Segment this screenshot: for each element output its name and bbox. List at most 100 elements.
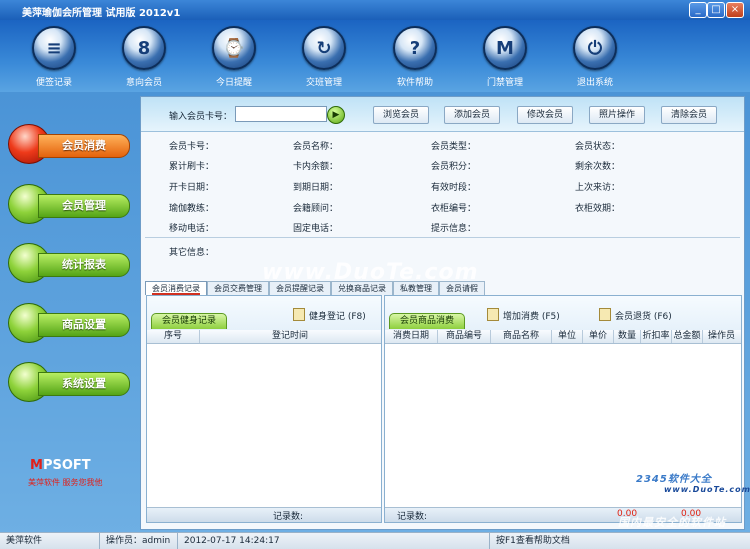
info-label: 开卡日期： (169, 183, 215, 193)
logo-mark: M (30, 458, 43, 473)
toolbar-shift-button[interactable]: ↻ 交班管理 (284, 26, 364, 88)
info-label: 会员卡号： (169, 142, 215, 152)
status-bar: 美萍软件 操作员：admin 2012-07-17 14:24:17 按F1查看… (0, 532, 750, 549)
toolbar-prospects-button[interactable]: 8 意向会员 (104, 26, 184, 88)
clock-icon: ⌚ (212, 26, 256, 70)
info-label: 会员名称： (293, 142, 339, 152)
info-label: 固定电话： (293, 224, 339, 234)
column-header[interactable]: 商品编号 (438, 330, 491, 343)
info-label: 会籍顾问： (293, 204, 339, 214)
column-header[interactable]: 总金额 (672, 330, 703, 343)
fitness-checkin-button[interactable]: 健身登记 (F8) (293, 308, 366, 322)
info-label: 会员积分： (431, 162, 477, 172)
tab-consumption-records[interactable]: 会员消费记录 (145, 281, 207, 295)
info-label: 有效时段： (431, 183, 477, 193)
mpsoft-logo: MPSOFT (30, 458, 91, 473)
toolbar-notes-button[interactable]: ≡ 便签记录 (14, 26, 94, 88)
refresh-icon: ↻ (302, 26, 346, 70)
edit-icon (293, 308, 305, 321)
toolbar-label: 今日提醒 (215, 78, 252, 88)
toolbar-exit-button[interactable]: ⏻ 退出系统 (555, 26, 635, 88)
minimize-button[interactable]: _ (689, 2, 707, 18)
card-number-input[interactable] (235, 106, 327, 122)
column-header[interactable]: 消费日期 (385, 330, 438, 343)
note-icon: ≡ (32, 26, 76, 70)
other-info-label: 其它信息： (169, 248, 215, 258)
add-member-button[interactable]: 添加会员 (444, 106, 500, 124)
panel-header: 会员健身记录 健身登记 (F8) (147, 296, 381, 331)
toolbar-label: 便签记录 (35, 78, 72, 88)
add-consumption-label: 增加消费 (F5) (503, 312, 560, 322)
fitness-records-panel: 会员健身记录 健身登记 (F8) 序号 登记时间 记录数: (146, 295, 382, 523)
add-consumption-button[interactable]: 增加消费 (F5) (487, 308, 560, 322)
info-label: 卡内余额： (293, 162, 339, 172)
toolbar-label: 交班管理 (305, 78, 342, 88)
tab-label: 会员消费记录 (152, 284, 200, 295)
help-icon: ? (393, 26, 437, 70)
column-header[interactable]: 单价 (583, 330, 614, 343)
toolbar-label: 软件帮助 (396, 78, 433, 88)
nav-member-consumption[interactable]: 会员消费 (8, 124, 130, 164)
main-panel: 输入会员卡号： ▶ 浏览会员 添加会员 修改会员 照片操作 清除会员 会员卡号：… (140, 96, 745, 530)
browse-members-button[interactable]: 浏览会员 (373, 106, 429, 124)
edit-member-button[interactable]: 修改会员 (517, 106, 573, 124)
info-label: 上次来访： (575, 183, 621, 193)
column-header[interactable]: 序号 (147, 330, 200, 343)
watermark: 2345软件大全 (636, 474, 712, 485)
member-return-button[interactable]: 会员退货 (F6) (599, 308, 672, 322)
info-label: 衣柜编号： (431, 204, 477, 214)
nav-system-settings[interactable]: 系统设置 (8, 362, 130, 402)
gate-icon: M (483, 26, 527, 70)
brand-slogan: 美萍软件 服务您我他 (28, 478, 103, 487)
toolbar-gate-button[interactable]: M 门禁管理 (465, 26, 545, 88)
toolbar-help-button[interactable]: ? 软件帮助 (375, 26, 455, 88)
info-label: 累计刷卡： (169, 162, 215, 172)
fitness-records-tab[interactable]: 会员健身记录 (151, 313, 228, 329)
nav-label: 会员消费 (38, 134, 130, 158)
info-label: 剩余次数： (575, 162, 621, 172)
member-icon: 8 (122, 26, 166, 70)
search-go-icon[interactable]: ▶ (327, 106, 345, 124)
nav-label: 会员管理 (38, 194, 130, 218)
nav-reports[interactable]: 统计报表 (8, 243, 130, 283)
watermark: 国内最安全的软件站 (618, 516, 726, 529)
photo-button[interactable]: 照片操作 (589, 106, 645, 124)
column-header[interactable]: 操作员 (703, 330, 740, 343)
search-bar: 输入会员卡号： ▶ 浏览会员 添加会员 修改会员 照片操作 清除会员 (141, 97, 744, 132)
panel-footer: 记录数: (147, 507, 381, 522)
close-button[interactable]: × (726, 2, 744, 18)
main-toolbar: ≡ 便签记录 8 意向会员 ⌚ 今日提醒 ↻ 交班管理 ? 软件帮助 M 门禁管… (0, 20, 750, 92)
panel-header: 会员商品消费 增加消费 (F5) 会员退货 (F6) (385, 296, 741, 331)
power-icon: ⏻ (573, 26, 617, 70)
info-label: 到期日期： (293, 183, 339, 193)
status-help: 按F1查看帮助文档 (496, 536, 570, 546)
nav-goods-settings[interactable]: 商品设置 (8, 303, 130, 343)
member-return-label: 会员退货 (F6) (615, 312, 672, 322)
column-header[interactable]: 商品名称 (491, 330, 552, 343)
column-header[interactable]: 单位 (552, 330, 583, 343)
add-icon (487, 308, 499, 321)
watermark: www.DuoTe.com (664, 485, 750, 494)
logo-text: PSOFT (42, 458, 91, 473)
maximize-button[interactable]: □ (707, 2, 725, 18)
info-label: 会员状态： (575, 142, 621, 152)
info-label: 提示信息： (431, 224, 477, 234)
info-label: 衣柜效期： (575, 204, 621, 214)
tab-payment-management[interactable]: 会员交费管理 (207, 281, 269, 295)
info-label: 瑜伽教练： (169, 204, 215, 214)
column-header[interactable]: 登记时间 (200, 330, 380, 343)
nav-label: 商品设置 (38, 313, 130, 337)
return-icon (599, 308, 611, 321)
goods-grid-header: 消费日期 商品编号 商品名称 单位 单价 数量 折扣率 总金额 操作员 (385, 330, 741, 344)
column-header[interactable]: 折扣率 (641, 330, 672, 343)
toolbar-label: 意向会员 (125, 78, 162, 88)
status-datetime: 2012-07-17 14:24:17 (178, 533, 490, 549)
nav-member-management[interactable]: 会员管理 (8, 184, 130, 224)
title-bar: 美萍瑜伽会所管理 试用版 2012v1 _ □ × (0, 0, 750, 20)
card-number-label: 输入会员卡号： (169, 112, 233, 122)
goods-consumption-tab[interactable]: 会员商品消费 (389, 313, 466, 329)
clear-member-button[interactable]: 清除会员 (661, 106, 717, 124)
column-header[interactable]: 数量 (614, 330, 641, 343)
nav-label: 统计报表 (38, 253, 130, 277)
toolbar-reminders-button[interactable]: ⌚ 今日提醒 (194, 26, 274, 88)
